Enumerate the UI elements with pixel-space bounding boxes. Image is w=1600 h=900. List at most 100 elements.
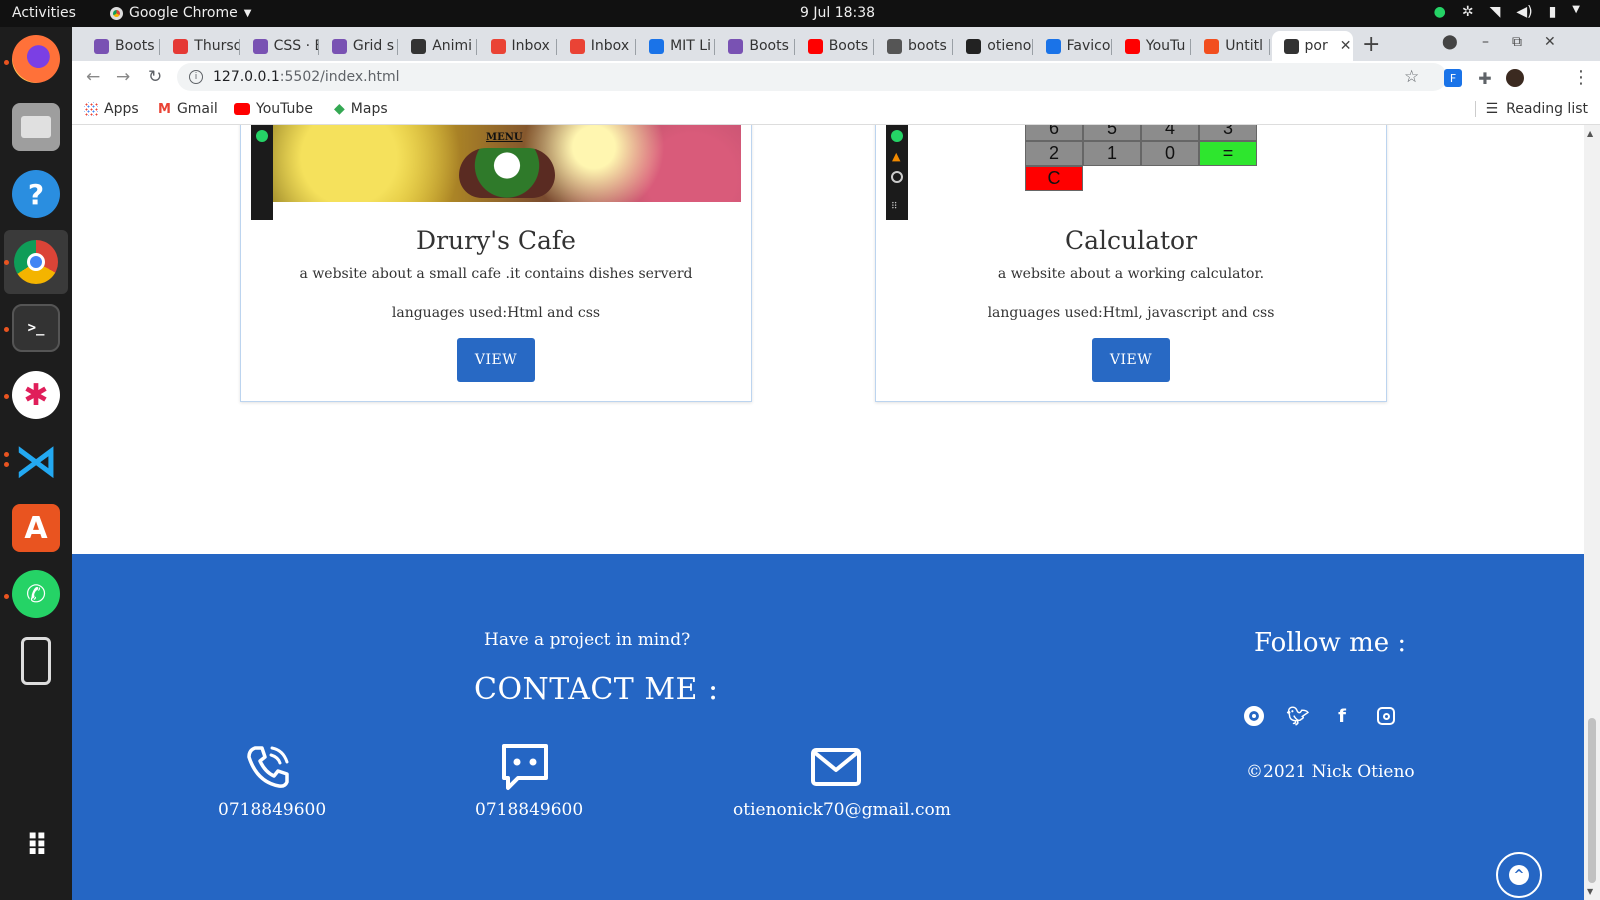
tab[interactable]: otieno — [954, 31, 1033, 61]
tab[interactable]: Boots — [796, 31, 874, 61]
help-icon[interactable]: ? — [12, 170, 60, 218]
running-indicator — [4, 462, 9, 467]
tab[interactable]: Inbox — [558, 31, 637, 61]
files-icon[interactable] — [12, 103, 60, 151]
maximize-button[interactable]: ⧉ — [1512, 34, 1522, 50]
menu-icon[interactable]: ⋮ — [1572, 67, 1590, 88]
tab[interactable]: Thursd — [161, 31, 240, 61]
show-apps-icon[interactable]: ⠿ — [12, 822, 60, 870]
forward-button[interactable]: → — [116, 67, 130, 87]
calc-clear-key: C — [1025, 166, 1083, 191]
tab[interactable]: YouTu — [1113, 31, 1192, 61]
url-host: 127.0.0.1 — [213, 69, 280, 85]
tab-search-icon[interactable]: ⬤ — [1442, 34, 1458, 50]
minimize-button[interactable]: – — [1482, 34, 1489, 50]
media-player-icon[interactable] — [21, 637, 51, 685]
bookmark-apps[interactable]: Apps — [84, 101, 139, 117]
contact-phone[interactable]: 0718849600 — [218, 742, 326, 820]
tab-label: Thursd — [194, 38, 240, 54]
project-title: Drury's Cafe — [416, 226, 576, 255]
tab[interactable]: Animi — [399, 31, 478, 61]
tab[interactable]: Favico — [1034, 31, 1112, 61]
bookmark-star-icon[interactable]: ☆ — [1404, 67, 1419, 87]
view-button[interactable]: VIEW — [457, 338, 535, 382]
whatsapp-tray-icon[interactable]: ● — [1434, 4, 1446, 20]
slack-icon[interactable]: ✱ — [12, 371, 60, 419]
calc-key: 1 — [1083, 141, 1141, 166]
tab[interactable]: Inbox — [479, 31, 557, 61]
tab[interactable]: Boots — [82, 31, 161, 61]
tab-label: Boots — [828, 38, 869, 54]
extension-icon[interactable]: F — [1444, 69, 1462, 87]
twitter-icon[interactable]: 🐦︎ — [1286, 704, 1310, 728]
instagram-icon[interactable] — [1374, 704, 1398, 728]
contact-email[interactable]: otienonick70@gmail.com — [733, 742, 951, 820]
url-text[interactable]: 127.0.0.1:5502/index.html — [213, 69, 400, 85]
address-bar[interactable]: i 127.0.0.1:5502/index.html — [177, 63, 1447, 91]
bootstrap-icon — [331, 38, 347, 54]
figma-icon — [1204, 38, 1220, 54]
view-button[interactable]: VIEW — [1092, 338, 1170, 382]
tab[interactable]: Boots — [716, 31, 795, 61]
tab[interactable]: MIT Li — [637, 31, 716, 61]
running-indicator — [4, 594, 9, 599]
tab[interactable]: Untitl — [1192, 31, 1271, 61]
tab[interactable]: CSS · E — [241, 31, 319, 61]
slack-tray-icon[interactable]: ✲ — [1462, 4, 1474, 20]
youtube-icon — [234, 103, 250, 115]
phone-number: 0718849600 — [218, 800, 327, 820]
footer: Have a project in mind? CONTACT ME : 071… — [72, 554, 1584, 900]
contact-message[interactable]: 0718849600 — [475, 742, 583, 820]
firefox-icon[interactable] — [12, 35, 60, 83]
tab-label: CSS · E — [273, 38, 319, 54]
system-tray[interactable]: ● ✲ ◥ ◀) ▮ ▼ — [1434, 4, 1580, 20]
facebook-icon[interactable]: f — [1330, 704, 1354, 728]
tab-separator — [476, 39, 478, 55]
close-window-button[interactable]: ✕ — [1544, 34, 1556, 50]
activities-button[interactable]: Activities — [12, 5, 76, 21]
scrollbar-thumb[interactable] — [1588, 718, 1596, 883]
project-thumbnail[interactable]: MENU — [251, 125, 741, 220]
tab-separator — [555, 39, 557, 55]
back-button[interactable]: ← — [86, 67, 100, 87]
scroll-down-arrow-icon[interactable]: ▼ — [1587, 887, 1593, 896]
github-icon[interactable] — [1242, 704, 1266, 728]
bookmarks-bar: Apps M Gmail YouTube ◆ Maps ☰ Reading li… — [72, 93, 1600, 125]
bookmark-gmail[interactable]: M Gmail — [158, 101, 218, 117]
volume-icon[interactable]: ◀) — [1516, 4, 1532, 20]
vscode-icon[interactable]: ⋊ — [12, 436, 60, 487]
chevron-up-icon: ^ — [1509, 865, 1529, 885]
reading-list-button[interactable]: ☰ Reading list — [1474, 101, 1588, 117]
browser-toolbar: ← → ↻ i 127.0.0.1:5502/index.html ☆ F ✚ … — [72, 61, 1600, 93]
app-menu[interactable]: Google Chrome ▼ — [110, 5, 251, 21]
project-thumbnail[interactable]: ▲ ⠿ 6 5 4 3 2 1 0 = C — [886, 125, 1376, 220]
chat-icon — [502, 744, 548, 790]
app-store-icon[interactable]: A — [12, 504, 60, 552]
scroll-up-arrow-icon[interactable]: ▲ — [1587, 129, 1593, 138]
puzzle-icon[interactable]: ✚ — [1476, 69, 1494, 88]
tab[interactable]: Grid s — [320, 31, 399, 61]
tab[interactable]: boots — [875, 31, 954, 61]
avatar[interactable] — [1506, 69, 1524, 87]
wifi-icon[interactable]: ◥ — [1490, 4, 1501, 20]
scroll-to-top-button[interactable]: ^ — [1496, 852, 1542, 898]
battery-icon[interactable]: ▮ — [1549, 4, 1557, 20]
bookmark-youtube[interactable]: YouTube — [234, 101, 313, 117]
email-address: otienonick70@gmail.com — [733, 800, 951, 820]
tab-label: por — [1304, 38, 1328, 54]
terminal-icon[interactable]: >_ — [12, 304, 60, 352]
chrome-dock-item[interactable] — [4, 230, 68, 294]
tab-label: Favico — [1066, 38, 1111, 54]
info-icon[interactable]: i — [189, 70, 203, 84]
chevron-down-icon: ▼ — [243, 7, 252, 19]
chevron-down-icon[interactable]: ▼ — [1572, 4, 1580, 20]
page-scrollbar[interactable]: ▲ ▼ — [1584, 125, 1600, 900]
gmail-icon — [490, 38, 506, 54]
reload-button[interactable]: ↻ — [148, 67, 162, 87]
tab-active[interactable]: por ✕ — [1271, 31, 1353, 61]
clock[interactable]: 9 Jul 18:38 — [800, 5, 875, 21]
new-tab-button[interactable]: + — [1362, 32, 1380, 57]
whatsapp-icon[interactable]: ✆ — [12, 570, 60, 618]
close-tab-icon[interactable]: ✕ — [1340, 38, 1352, 54]
bookmark-maps[interactable]: ◆ Maps — [334, 101, 388, 117]
